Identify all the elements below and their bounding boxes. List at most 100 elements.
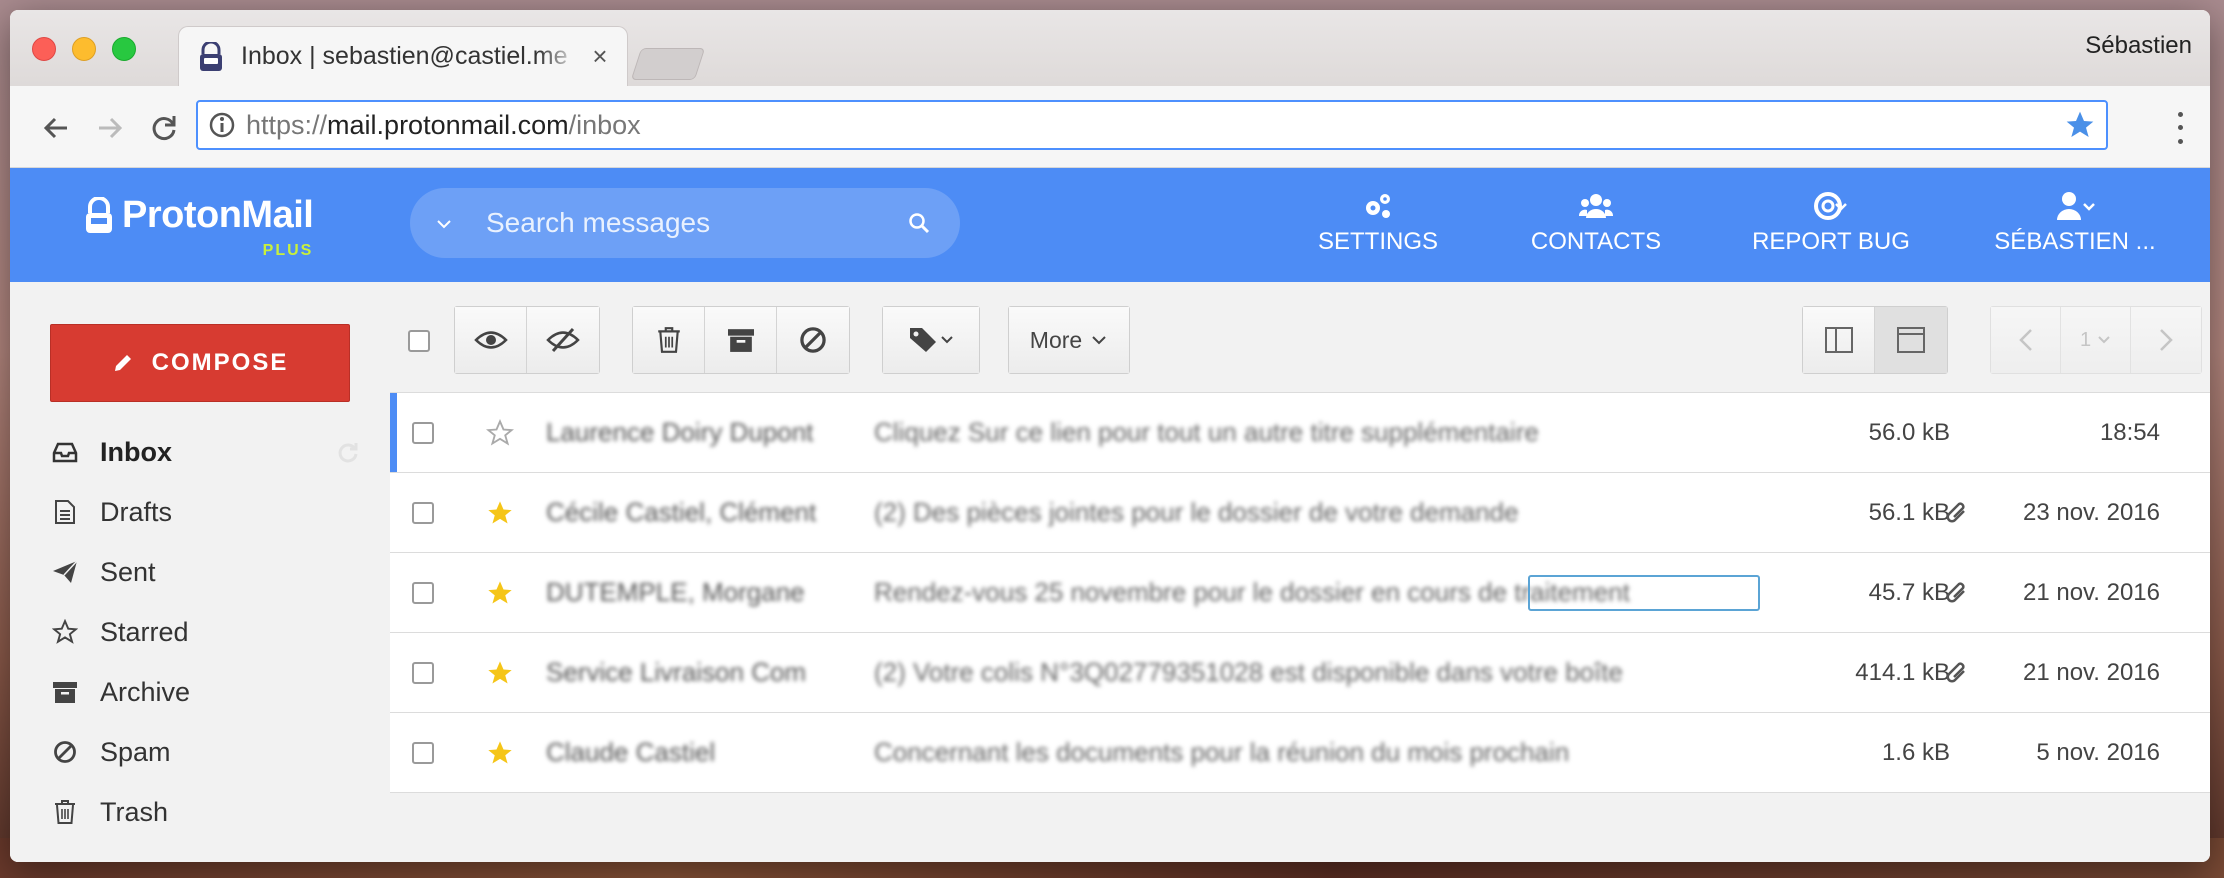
- star-filled-icon[interactable]: [486, 579, 514, 612]
- star-outline-icon: [50, 619, 80, 645]
- nav-settings[interactable]: SETTINGS: [1306, 188, 1450, 256]
- message-label-badge[interactable]: [1528, 575, 1760, 611]
- back-arrow-icon: [43, 117, 67, 139]
- page-select[interactable]: 1: [2061, 307, 2131, 373]
- label-dropdown-button[interactable]: [883, 307, 979, 373]
- message-date: 21 nov. 2016: [2022, 658, 2160, 686]
- new-tab-button[interactable]: [630, 48, 706, 80]
- star-filled-icon[interactable]: [486, 739, 514, 772]
- pagination-group: 1: [1990, 306, 2202, 374]
- archive-button[interactable]: [705, 307, 777, 373]
- paperclip-icon: [1946, 581, 1970, 612]
- message-row[interactable]: Cécile Castiel, Clément (2) Des pièces j…: [390, 473, 2210, 553]
- back-button[interactable]: [36, 108, 76, 148]
- refresh-icon[interactable]: [336, 440, 360, 471]
- sidebar-item-trash[interactable]: Trash: [50, 782, 370, 842]
- browser-menu-icon[interactable]: [2172, 108, 2188, 148]
- bookmark-star-icon[interactable]: [2064, 109, 2096, 141]
- browser-profile-name[interactable]: Sébastien: [2085, 32, 2192, 60]
- message-row[interactable]: Claude Castiel Concernant les documents …: [390, 713, 2210, 793]
- sidebar-item-sent[interactable]: Sent: [50, 542, 370, 602]
- reload-icon: [152, 116, 176, 140]
- nav-contacts-label: CONTACTS: [1530, 228, 1662, 255]
- address-bar[interactable]: https://mail.protonmail.com/inbox: [196, 100, 2108, 150]
- compose-button[interactable]: COMPOSE: [50, 324, 350, 402]
- message-size: 56.1 kB: [1868, 498, 1950, 526]
- protonmail-lock-icon: [86, 196, 112, 233]
- browser-tab-inbox[interactable]: Inbox | sebastien@castiel.me ×: [178, 26, 628, 86]
- user-icon: [2057, 192, 2095, 220]
- message-row[interactable]: Service Livraison Com (2) Votre colis N°…: [390, 633, 2210, 713]
- url-host: mail.protonmail.com: [327, 109, 569, 140]
- spam-button[interactable]: [777, 307, 849, 373]
- sidebar-item-starred[interactable]: Starred: [50, 602, 370, 662]
- browser-toolbar: https://mail.protonmail.com/inbox: [10, 86, 2210, 168]
- forward-button[interactable]: [90, 108, 130, 148]
- nav-settings-label: SETTINGS: [1317, 228, 1438, 255]
- info-icon[interactable]: [208, 111, 236, 139]
- paper-plane-icon: [50, 560, 80, 584]
- search-input[interactable]: [486, 207, 908, 239]
- sidebar-item-drafts[interactable]: Drafts: [50, 482, 370, 542]
- search-options-chevron-icon[interactable]: [436, 213, 452, 234]
- next-page-button[interactable]: [2131, 307, 2201, 373]
- trash-icon: [657, 327, 680, 353]
- paperclip-icon: [1946, 501, 1970, 532]
- url-text[interactable]: https://mail.protonmail.com/inbox: [246, 110, 2064, 141]
- app-header: ProtonMail PLUS SETTINGS CONTACTS REPORT…: [10, 168, 2210, 282]
- message-row[interactable]: Laurence Doiry Dupont Cliquez Sur ce lie…: [390, 393, 2210, 473]
- more-dropdown-button[interactable]: More: [1009, 307, 1129, 373]
- minimize-window-button[interactable]: [72, 37, 96, 61]
- sidebar-item-inbox[interactable]: Inbox: [50, 422, 370, 482]
- tab-title: Inbox | sebastien@castiel.me: [241, 42, 568, 70]
- star-filled-icon[interactable]: [486, 499, 514, 532]
- search-icon[interactable]: [908, 212, 930, 234]
- archive-box-icon: [727, 329, 754, 352]
- eye-slash-icon: [546, 327, 580, 353]
- more-group: More: [1008, 306, 1130, 374]
- protonmail-logo[interactable]: ProtonMail PLUS: [84, 194, 314, 259]
- message-size: 56.0 kB: [1868, 418, 1950, 446]
- move-group: [632, 306, 850, 374]
- layout-group: [1802, 306, 1948, 374]
- star-filled-icon[interactable]: [486, 659, 514, 692]
- previous-page-button[interactable]: [1991, 307, 2061, 373]
- sidebar-item-label: Archive: [100, 676, 191, 707]
- document-icon: [50, 499, 80, 525]
- users-icon: [1579, 194, 1613, 218]
- message-checkbox[interactable]: [412, 501, 434, 524]
- message-subject: Concernant les documents pour la réunion…: [874, 737, 1570, 767]
- message-checkbox[interactable]: [412, 581, 434, 604]
- mark-unread-button[interactable]: [527, 307, 599, 373]
- chevron-down-icon: [2098, 336, 2110, 344]
- sidebar-item-spam[interactable]: Spam: [50, 722, 370, 782]
- select-all-checkbox[interactable]: [408, 330, 430, 352]
- message-subject: Cliquez Sur ce lien pour tout un autre t…: [874, 417, 1539, 447]
- message-date: 5 nov. 2016: [2036, 738, 2160, 766]
- mark-read-button[interactable]: [455, 307, 527, 373]
- message-size: 1.6 kB: [1881, 738, 1950, 766]
- nav-contacts[interactable]: CONTACTS: [1526, 188, 1666, 256]
- message-row[interactable]: DUTEMPLE, Morgane Rendez-vous 25 novembr…: [390, 553, 2210, 633]
- nav-report-bug[interactable]: REPORT BUG: [1746, 188, 1916, 256]
- plan-badge: PLUS: [262, 242, 314, 259]
- tab-close-icon[interactable]: ×: [587, 41, 613, 72]
- ban-icon: [800, 327, 826, 353]
- search-box[interactable]: [410, 188, 960, 258]
- column-layout-button[interactable]: [1803, 307, 1875, 373]
- reload-button[interactable]: [144, 108, 184, 148]
- nav-user-menu[interactable]: SÉBASTIEN ...: [1990, 188, 2160, 256]
- compose-label: COMPOSE: [151, 349, 289, 376]
- message-checkbox[interactable]: [412, 661, 434, 684]
- sidebar-item-archive[interactable]: Archive: [50, 662, 370, 722]
- message-checkbox[interactable]: [412, 741, 434, 764]
- close-window-button[interactable]: [32, 37, 56, 61]
- trash-button[interactable]: [633, 307, 705, 373]
- chevron-down-icon: [1092, 336, 1106, 345]
- page-number: 1: [2079, 328, 2092, 351]
- star-outline-icon[interactable]: [485, 418, 515, 452]
- message-checkbox[interactable]: [412, 421, 434, 444]
- browser-window: Inbox | sebastien@castiel.me × Sébastien…: [10, 10, 2210, 862]
- maximize-window-button[interactable]: [112, 37, 136, 61]
- row-layout-button[interactable]: [1875, 307, 1947, 373]
